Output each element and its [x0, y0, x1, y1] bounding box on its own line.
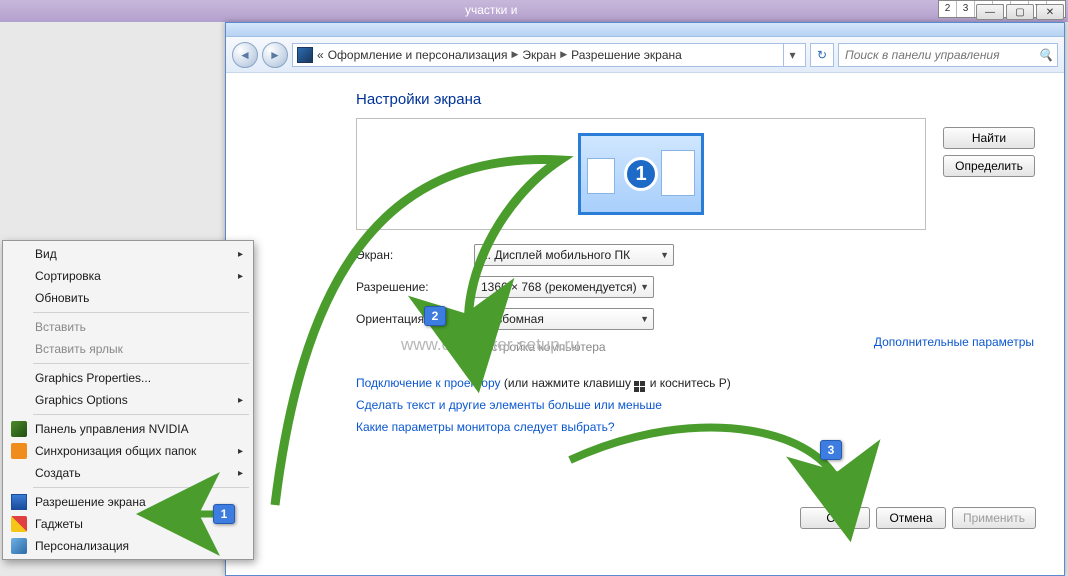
orientation-combo-value: Альбомная [481, 312, 544, 326]
nav-forward-button[interactable]: ► [262, 42, 288, 68]
ok-button[interactable]: OK [800, 507, 870, 529]
refresh-button[interactable]: ↻ [810, 43, 834, 67]
menu-graphics-options[interactable]: Graphics Options [5, 389, 251, 411]
desktop-taskbar-strip [0, 0, 1068, 22]
menu-sync-folders[interactable]: Синхронизация общих папок [5, 440, 251, 462]
screen-row: Экран: 1. Дисплей мобильного ПК ▼ [356, 244, 1036, 266]
monitor-number-badge: 1 [624, 157, 658, 191]
chevron-down-icon: ▼ [640, 314, 649, 324]
orientation-row: Ориентация: Альбомная ▼ [356, 308, 1036, 330]
breadcrumb-root-chevrons: « [317, 48, 324, 62]
which-params-link[interactable]: Какие параметры монитора следует выбрать… [356, 420, 615, 434]
window-close-button[interactable]: ✕ [1036, 4, 1064, 20]
search-box[interactable]: 🔍 [838, 43, 1058, 67]
personalization-icon [11, 538, 27, 554]
search-input[interactable] [843, 47, 1034, 63]
navigation-bar: ◄ ► « Оформление и персонализация ▶ Экра… [226, 37, 1064, 73]
projector-tail2: и коснитесь P) [650, 376, 731, 390]
resolution-combo[interactable]: 1366 × 768 (рекомендуется) ▼ [474, 276, 654, 298]
apply-button[interactable]: Применить [952, 507, 1036, 529]
screen-resolution-window: ◄ ► « Оформление и персонализация ▶ Экра… [225, 22, 1065, 576]
breadcrumb[interactable]: « Оформление и персонализация ▶ Экран ▶ … [292, 43, 806, 67]
breadcrumb-dropdown[interactable]: ▾ [783, 44, 801, 66]
chevron-right-icon: ▶ [511, 49, 518, 60]
breadcrumb-seg[interactable]: Разрешение экрана [571, 48, 682, 62]
chevron-down-icon: ▼ [640, 282, 649, 292]
detect-button[interactable]: Определить [943, 155, 1035, 177]
monitor-preview[interactable]: 1 [578, 133, 704, 215]
projector-link[interactable]: Подключение к проектору [356, 376, 501, 390]
menu-sort[interactable]: Сортировка [5, 265, 251, 287]
calendar-tab[interactable]: 3 [957, 1, 975, 17]
callout-2: 2 [424, 306, 446, 326]
taskbar-title: участки и [465, 3, 517, 17]
orientation-label: Ориентация: [356, 312, 466, 326]
menu-refresh[interactable]: Обновить [5, 287, 251, 309]
callout-1: 1 [213, 504, 235, 524]
menu-personalize[interactable]: Персонализация [5, 535, 251, 557]
callout-3: 3 [820, 440, 842, 460]
mini-window-icon [661, 150, 695, 196]
resolution-label: Разрешение: [356, 280, 466, 294]
menu-graphics-properties[interactable]: Graphics Properties... [5, 367, 251, 389]
menu-paste: Вставить [5, 316, 251, 338]
breadcrumb-seg[interactable]: Экран [522, 48, 556, 62]
page-heading: Настройки экрана [356, 91, 1036, 108]
window-titlebar[interactable] [226, 23, 1064, 37]
window-minimize-button[interactable]: — [976, 4, 1004, 20]
calendar-tab[interactable]: 2 [939, 1, 957, 17]
chevron-right-icon: ▶ [560, 49, 567, 60]
resolution-combo-value: 1366 × 768 (рекомендуется) [481, 280, 637, 294]
windows-key-icon [634, 378, 646, 390]
resolution-row: Разрешение: 1366 × 768 (рекомендуется) ▼ [356, 276, 1036, 298]
sync-icon [11, 443, 27, 459]
window-maximize-button[interactable]: ▢ [1006, 4, 1034, 20]
chevron-down-icon: ▼ [660, 250, 669, 260]
find-button[interactable]: Найти [943, 127, 1035, 149]
search-icon: 🔍 [1038, 48, 1053, 62]
menu-separator [33, 414, 249, 415]
screen-combo[interactable]: 1. Дисплей мобильного ПК ▼ [474, 244, 674, 266]
content-area: Настройки экрана 1 Найти Определить Экра… [226, 73, 1064, 575]
menu-nvidia-panel[interactable]: Панель управления NVIDIA [5, 418, 251, 440]
advanced-settings-link[interactable]: Дополнительные параметры [874, 335, 1034, 349]
monitor-icon [11, 494, 27, 510]
links-block: Подключение к проектору (или нажмите кла… [356, 372, 1036, 438]
menu-separator [33, 363, 249, 364]
monitor-arrangement-box[interactable]: 1 Найти Определить [356, 118, 926, 230]
menu-create[interactable]: Создать [5, 462, 251, 484]
mini-window-icon [587, 158, 615, 194]
screen-label: Экран: [356, 248, 466, 262]
control-panel-icon [297, 47, 313, 63]
dialog-button-row: OK Отмена Применить [800, 507, 1036, 529]
nav-back-button[interactable]: ◄ [232, 42, 258, 68]
nvidia-icon [11, 421, 27, 437]
screen-combo-value: 1. Дисплей мобильного ПК [481, 248, 630, 262]
bigger-text-link[interactable]: Сделать текст и другие элементы больше и… [356, 398, 662, 412]
cancel-button[interactable]: Отмена [876, 507, 946, 529]
menu-paste-shortcut: Вставить ярлык [5, 338, 251, 360]
menu-separator [33, 487, 249, 488]
menu-separator [33, 312, 249, 313]
gadgets-icon [11, 516, 27, 532]
menu-view[interactable]: Вид [5, 243, 251, 265]
breadcrumb-seg[interactable]: Оформление и персонализация [328, 48, 508, 62]
projector-tail: (или нажмите клавишу [504, 376, 631, 390]
orientation-combo[interactable]: Альбомная ▼ [474, 308, 654, 330]
